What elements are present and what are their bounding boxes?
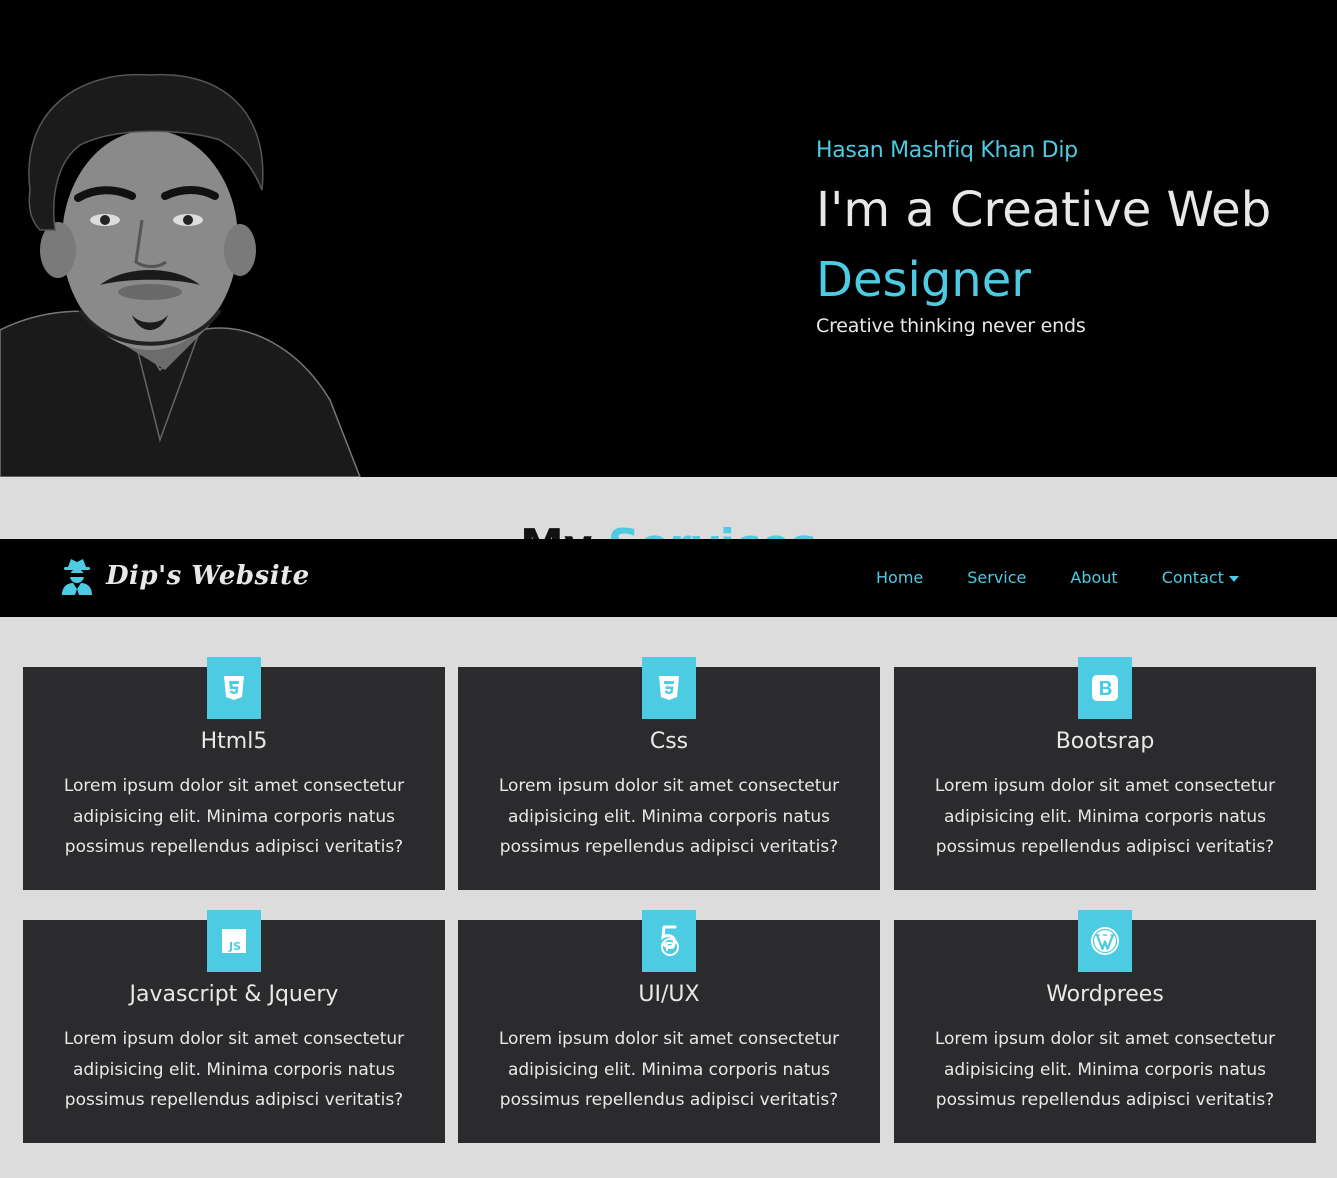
card-icon-box [207, 657, 261, 719]
service-card-html5: Html5 Lorem ipsum dolor sit amet consect… [23, 657, 445, 890]
card-icon-box [1078, 910, 1132, 972]
card-icon-box [642, 910, 696, 972]
hero-title: I'm a Creative Web Designer [816, 175, 1316, 315]
service-card-javascript: JS Javascript & Jquery Lorem ipsum dolor… [23, 910, 445, 1143]
service-card-bootstrap: Bootsrap Lorem ipsum dolor sit amet cons… [894, 657, 1316, 890]
card-title: Css [649, 729, 689, 754]
nav-about[interactable]: About [1070, 568, 1117, 587]
card-title: Javascript & Jquery [129, 982, 339, 1007]
card-text: Lorem ipsum dolor sit amet consectetur a… [63, 1029, 405, 1110]
card-icon-box [642, 657, 696, 719]
card-icon-box: JS [207, 910, 261, 972]
nav-contact-label: Contact [1161, 568, 1224, 587]
user-secret-icon [62, 559, 92, 595]
bootstrap-icon [1092, 675, 1118, 701]
caret-down-icon [1228, 575, 1239, 582]
card-text: Lorem ipsum dolor sit amet consectetur a… [934, 1029, 1276, 1110]
brand-text: Dip's Website [106, 561, 310, 591]
nav-links: Home Service About Contact [876, 568, 1283, 587]
card-title: Wordprees [1046, 982, 1164, 1007]
card-icon-box [1078, 657, 1132, 719]
wordpress-icon [1091, 927, 1119, 955]
nav-home[interactable]: Home [876, 568, 923, 587]
js-icon: JS [222, 929, 246, 953]
service-card-wordpress: Wordprees Lorem ipsum dolor sit amet con… [894, 910, 1316, 1143]
card-text: Lorem ipsum dolor sit amet consectetur a… [63, 776, 405, 857]
card-title: Bootsrap [1055, 729, 1155, 754]
hero-title-accent: Designer [816, 252, 1031, 308]
hero-section: Hasan Mashfiq Khan Dip I'm a Creative We… [0, 0, 1337, 477]
card-title: UI/UX [638, 982, 700, 1007]
portrait-image [0, 73, 361, 477]
service-card-css: Css Lorem ipsum dolor sit amet consectet… [458, 657, 880, 890]
css3-icon [659, 676, 679, 700]
hero-subtitle: Creative thinking never ends [816, 315, 1086, 337]
svg-text:JS: JS [228, 940, 241, 953]
navbar: Dip's Website Home Service About Contact [0, 539, 1337, 617]
nav-contact-dropdown[interactable]: Contact [1162, 568, 1239, 587]
card-title: Html5 [200, 729, 268, 754]
card-text: Lorem ipsum dolor sit amet consectetur a… [498, 1029, 840, 1110]
nav-service[interactable]: Service [967, 568, 1026, 587]
service-card-uiux: UI/UX Lorem ipsum dolor sit amet consect… [458, 910, 880, 1143]
brand-logo[interactable]: Dip's Website [60, 557, 310, 595]
html5-icon [224, 676, 244, 700]
card-text: Lorem ipsum dolor sit amet consectetur a… [498, 776, 840, 857]
card-text: Lorem ipsum dolor sit amet consectetur a… [934, 776, 1276, 857]
hero-name: Hasan Mashfiq Khan Dip [816, 138, 1078, 163]
uiux-icon [661, 925, 679, 956]
hero-text: Hasan Mashfiq Khan Dip I'm a Creative We… [816, 138, 1316, 337]
hero-title-line1: I'm a Creative Web [816, 182, 1272, 238]
